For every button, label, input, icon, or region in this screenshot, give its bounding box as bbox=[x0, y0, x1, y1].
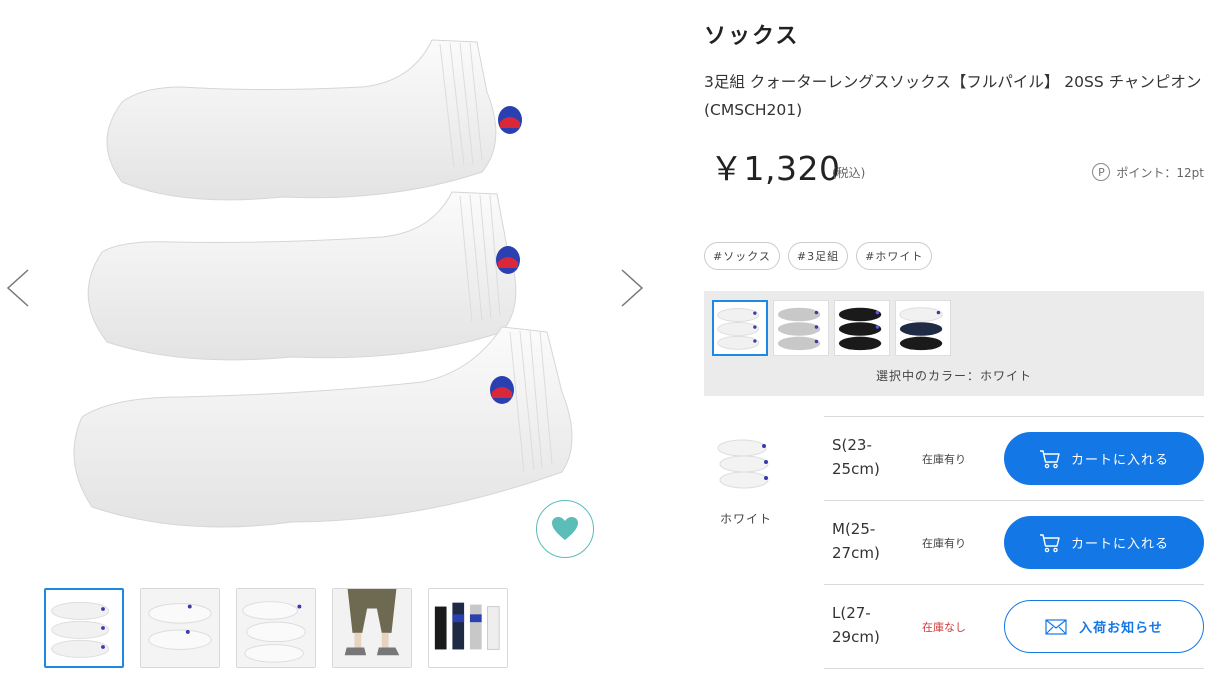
color-selector: 選択中のカラー：ホワイト bbox=[704, 291, 1204, 396]
thumbnail-1[interactable] bbox=[44, 588, 124, 668]
product-price: ￥1,320 bbox=[710, 149, 841, 188]
thumbnail-2[interactable] bbox=[140, 588, 220, 668]
tag-3-pairs[interactable]: #3足組 bbox=[787, 242, 849, 270]
variant-color-name: ホワイト bbox=[719, 512, 772, 526]
thumbnail-3[interactable] bbox=[236, 588, 316, 668]
color-swatch-gray[interactable] bbox=[773, 300, 829, 356]
color-swatch-white[interactable] bbox=[712, 300, 768, 356]
tag-white[interactable]: #ホワイト bbox=[856, 242, 933, 270]
product-category: ソックス bbox=[704, 24, 800, 49]
next-image-button[interactable] bbox=[618, 268, 646, 308]
add-to-cart-button-m[interactable]: カートに入れる bbox=[1004, 516, 1204, 569]
color-swatch-list bbox=[712, 300, 951, 356]
points-label: ポイント：12pt bbox=[1116, 165, 1204, 180]
mail-icon bbox=[1045, 618, 1067, 635]
thumbnail-5[interactable] bbox=[428, 588, 508, 668]
favorite-button[interactable] bbox=[536, 500, 594, 558]
size-table: S(23-25cm) 在庫有り カートに入れる M(25-27cm) 在庫有り bbox=[824, 416, 1204, 669]
restock-notify-button-l[interactable]: 入荷お知らせ bbox=[1004, 600, 1204, 653]
tag-socks[interactable]: #ソックス bbox=[704, 242, 780, 270]
product-gallery bbox=[0, 0, 660, 674]
main-product-image bbox=[62, 32, 592, 552]
size-row-s: S(23-25cm) 在庫有り カートに入れる bbox=[824, 417, 1204, 501]
stock-status: 在庫有り bbox=[922, 537, 966, 550]
size-row-m: M(25-27cm) 在庫有り カートに入れる bbox=[824, 501, 1204, 585]
add-to-cart-label: カートに入れる bbox=[1070, 537, 1169, 552]
cart-icon bbox=[1039, 449, 1060, 468]
size-label: L(27-29cm) bbox=[832, 604, 880, 646]
add-to-cart-label: カートに入れる bbox=[1070, 453, 1169, 468]
product-title: 3足組 クォーターレングスソックス【フルパイル】 20SS チャンピオン(CMS… bbox=[704, 73, 1202, 119]
thumbnail-strip bbox=[44, 588, 508, 668]
add-to-cart-button-s[interactable]: カートに入れる bbox=[1004, 432, 1204, 485]
tax-note: (税込) bbox=[832, 166, 866, 180]
variant-color-image bbox=[710, 426, 782, 498]
color-swatch-navy-mix[interactable] bbox=[895, 300, 951, 356]
stock-status: 在庫なし bbox=[922, 621, 966, 634]
size-row-l: L(27-29cm) 在庫なし 入荷お知らせ bbox=[824, 585, 1204, 669]
chevron-left-icon bbox=[6, 269, 29, 307]
stock-status: 在庫有り bbox=[922, 453, 966, 466]
points-info: P ポイント：12pt bbox=[1092, 163, 1204, 181]
size-label: S(23-25cm) bbox=[832, 436, 880, 478]
previous-image-button[interactable] bbox=[4, 268, 32, 308]
points-icon: P bbox=[1092, 163, 1111, 181]
tag-list: #ソックス #3足組 #ホワイト bbox=[704, 242, 933, 270]
cart-icon bbox=[1039, 533, 1060, 552]
selected-color-label: 選択中のカラー：ホワイト bbox=[875, 369, 1032, 383]
thumbnail-4[interactable] bbox=[332, 588, 412, 668]
chevron-right-icon bbox=[621, 269, 644, 307]
color-swatch-black[interactable] bbox=[834, 300, 890, 356]
restock-notify-label: 入荷お知らせ bbox=[1079, 621, 1163, 636]
heart-icon bbox=[552, 517, 578, 540]
size-label: M(25-27cm) bbox=[832, 520, 880, 562]
